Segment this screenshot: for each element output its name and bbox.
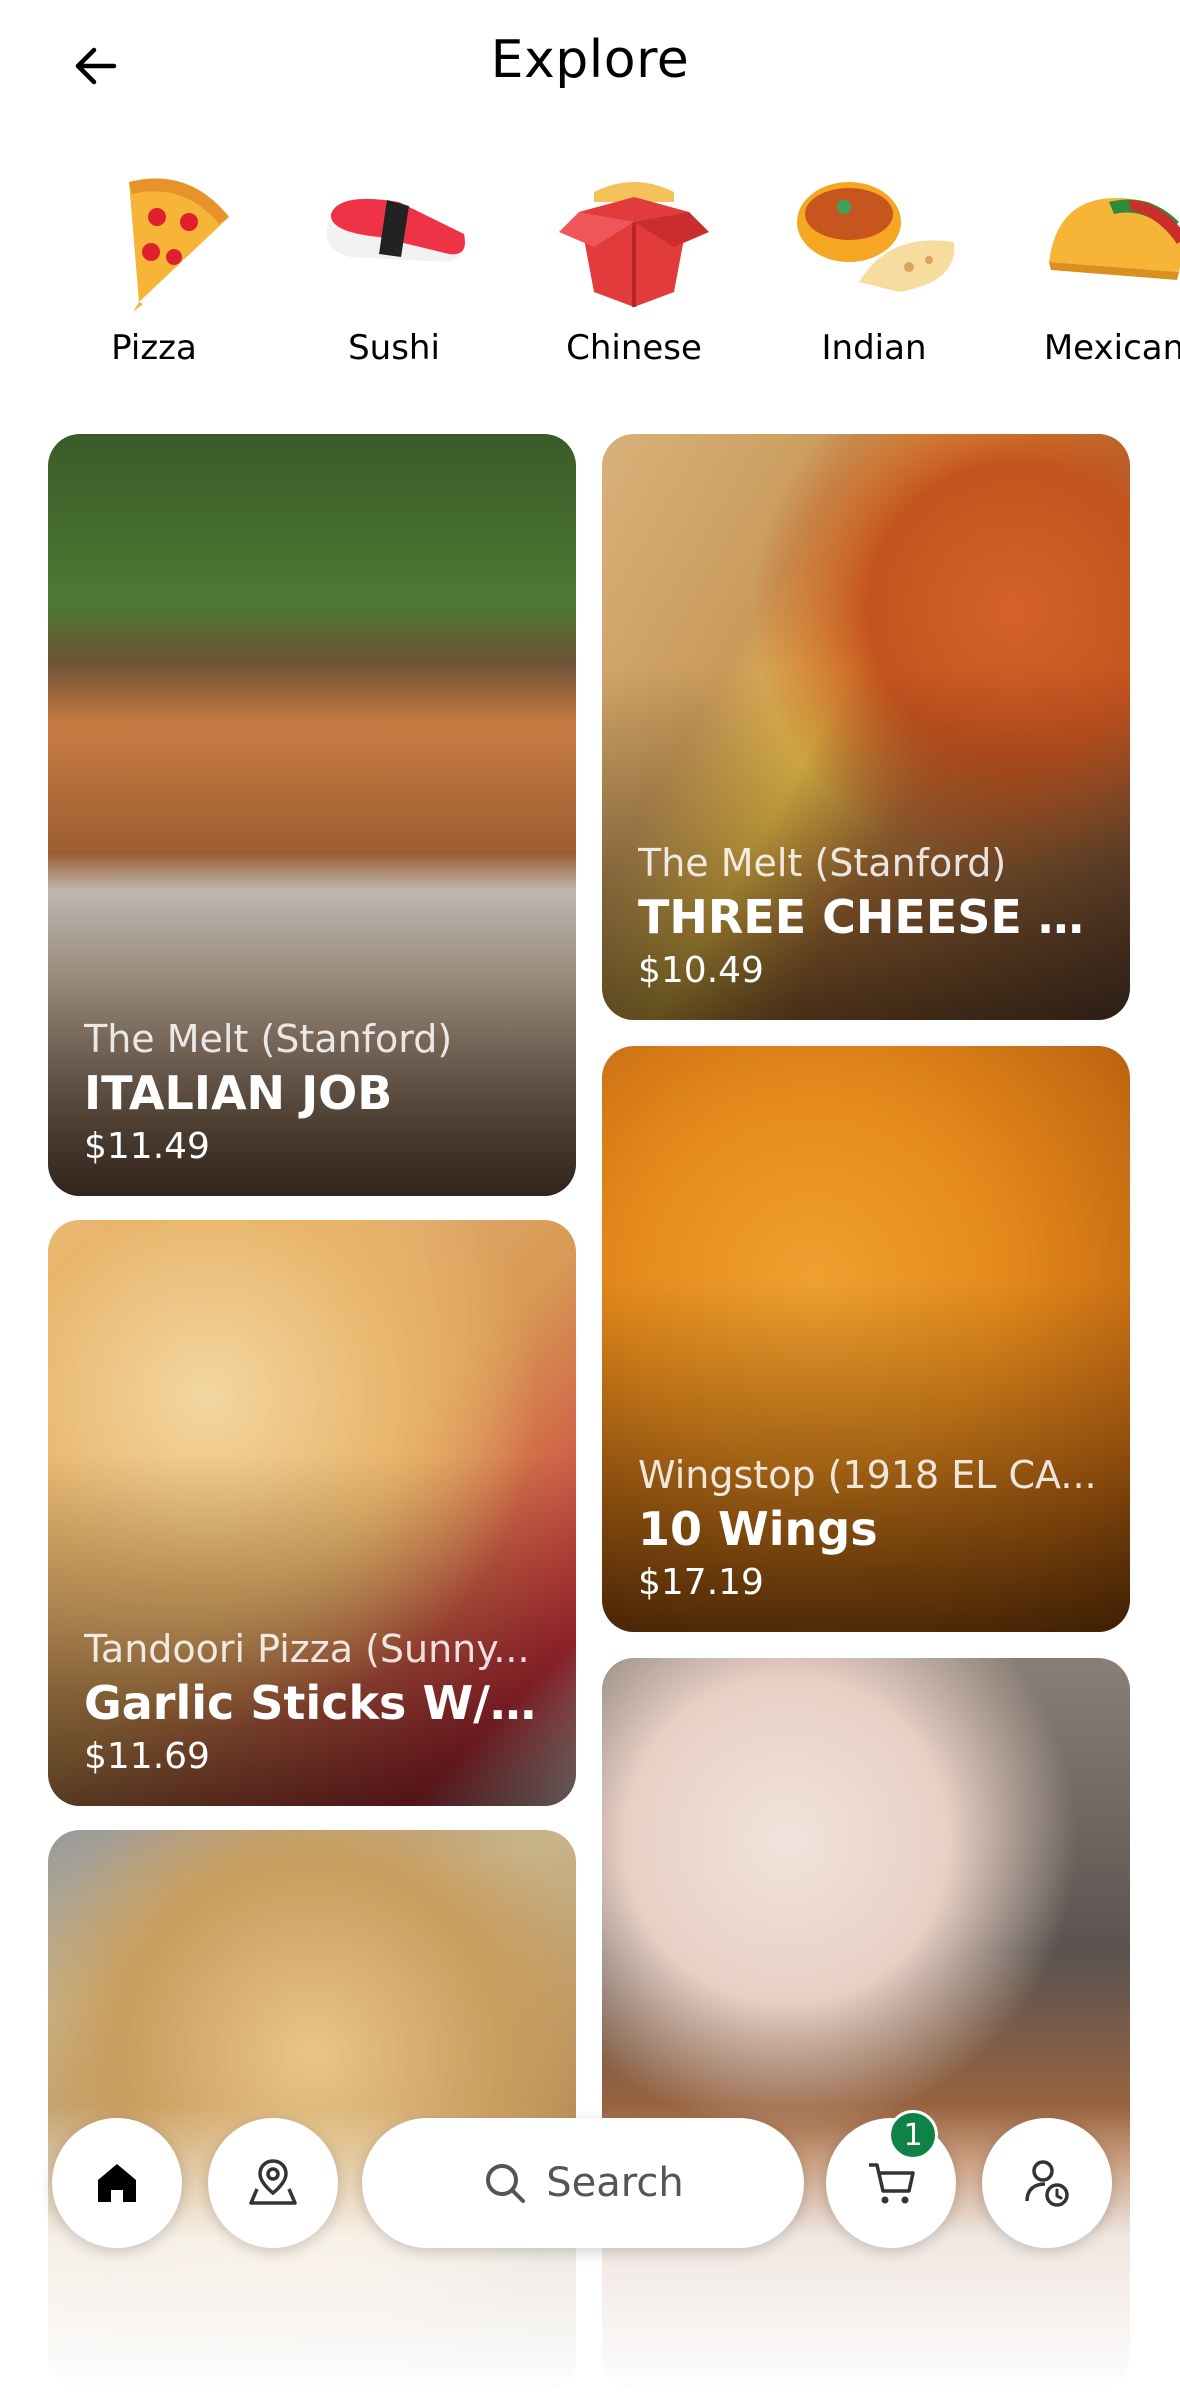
- taco-icon: [1049, 198, 1180, 280]
- item-price: $17.19: [638, 1562, 764, 1603]
- cart-icon: [869, 2163, 915, 2204]
- map-button[interactable]: [208, 2118, 338, 2248]
- home-button[interactable]: [52, 2118, 182, 2248]
- header: Explore: [0, 0, 1180, 130]
- food-card[interactable]: Wingstop (1918 EL CA... 10 Wings $17.19: [602, 1046, 1130, 1632]
- search-placeholder: Search: [546, 2160, 684, 2206]
- item-price: $11.49: [84, 1126, 210, 1167]
- curry-naan-icon: [797, 182, 955, 292]
- search-input[interactable]: Search: [362, 2118, 804, 2248]
- card-info: Wingstop (1918 EL CA... 10 Wings $17.19: [638, 1450, 1098, 1608]
- page-title: Explore: [490, 30, 690, 90]
- category-pizza[interactable]: Pizza: [54, 150, 254, 380]
- category-label: Pizza: [111, 328, 197, 368]
- category-sushi[interactable]: Sushi: [294, 150, 494, 380]
- search-icon: [486, 2164, 526, 2203]
- account-button[interactable]: [982, 2118, 1112, 2248]
- category-chinese[interactable]: Chinese: [534, 150, 734, 380]
- pizza-icon: [129, 178, 229, 312]
- item-price: $10.49: [638, 950, 764, 991]
- store-name: The Melt (Stanford): [638, 841, 1007, 885]
- store-name: The Melt (Stanford): [84, 1017, 453, 1061]
- category-mexican[interactable]: Mexican: [1014, 150, 1180, 380]
- store-name: Wingstop (1918 EL CA...: [638, 1453, 1097, 1497]
- store-name: Tandoori Pizza (Sunny...: [84, 1627, 530, 1671]
- account-icon: [1025, 2160, 1069, 2207]
- bottom-nav: Search 1: [0, 2110, 1180, 2258]
- map-pin-icon: [249, 2159, 297, 2205]
- category-label: Indian: [821, 328, 927, 368]
- item-name: ITALIAN JOB: [84, 1066, 393, 1120]
- category-label: Mexican: [1043, 328, 1180, 368]
- card-info: The Melt (Stanford) ITALIAN JOB $11.49: [84, 1014, 544, 1172]
- cart-button[interactable]: 1: [826, 2110, 956, 2248]
- item-name: Garlic Sticks W/ C...: [84, 1676, 544, 1730]
- category-label: Chinese: [566, 328, 702, 368]
- card-info: Tandoori Pizza (Sunny... Garlic Sticks W…: [84, 1624, 544, 1782]
- category-label: Sushi: [348, 328, 440, 368]
- card-info: The Melt (Stanford) THREE CHEESE CL... $…: [638, 838, 1098, 996]
- food-card[interactable]: The Melt (Stanford) THREE CHEESE CL... $…: [602, 434, 1130, 1020]
- category-carousel[interactable]: Pizza Sushi Chinese Indian Mexican: [0, 150, 1180, 380]
- item-name: THREE CHEESE CL...: [638, 890, 1098, 944]
- home-icon: [98, 2164, 136, 2202]
- item-price: $11.69: [84, 1736, 210, 1777]
- food-card[interactable]: Tandoori Pizza (Sunny... Garlic Sticks W…: [48, 1220, 576, 1806]
- takeout-box-icon: [559, 182, 709, 307]
- item-name: 10 Wings: [638, 1502, 878, 1556]
- cart-count-badge: 1: [888, 2110, 938, 2160]
- sushi-icon: [326, 198, 465, 262]
- category-indian[interactable]: Indian: [774, 150, 974, 380]
- food-card[interactable]: The Melt (Stanford) ITALIAN JOB $11.49: [48, 434, 576, 1196]
